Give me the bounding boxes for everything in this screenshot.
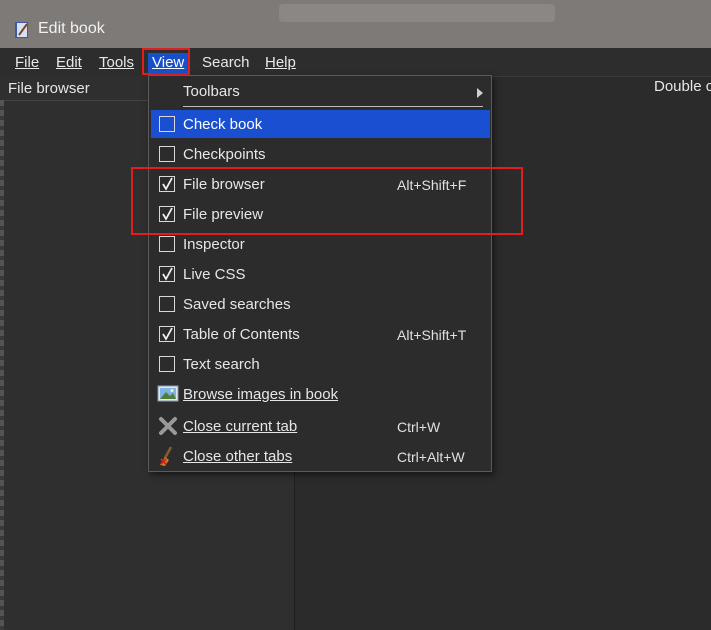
file-browser-title: File browser: [8, 80, 90, 97]
left-edge-strip: [0, 100, 4, 630]
close-other-shortcut: Ctrl+Alt+W: [397, 449, 465, 465]
menu-edit-label: Edit: [56, 54, 82, 71]
broom-icon: [160, 446, 173, 466]
submenu-arrow-icon: [477, 88, 483, 98]
check-book-label: Check book: [183, 116, 263, 133]
live-css-checkbox[interactable]: [159, 266, 175, 282]
close-icon: [159, 417, 177, 435]
checkmark-icon: [162, 327, 173, 341]
menu-help[interactable]: Help: [261, 53, 300, 73]
check-book-checkbox[interactable]: [159, 116, 175, 132]
menu-file-label: File: [15, 54, 40, 71]
close-other-text: Close other tabs: [183, 448, 293, 465]
window-title: Edit book: [38, 20, 105, 37]
browse-images-text: Browse images in book: [183, 386, 339, 403]
inspector-checkbox[interactable]: [159, 236, 175, 252]
checkmark-icon: [162, 267, 173, 281]
close-current-shortcut: Ctrl+W: [397, 419, 441, 435]
saved-searches-checkbox[interactable]: [159, 296, 175, 312]
table-of-contents-shortcut: Alt+Shift+T: [397, 327, 467, 343]
menu-edit[interactable]: Edit: [52, 53, 86, 73]
menu-file[interactable]: File: [11, 53, 43, 73]
checkpoints-checkbox[interactable]: [159, 146, 175, 162]
close-current-label: Close current tab: [183, 418, 297, 435]
menu-help-label: Help: [265, 54, 296, 71]
text-search-checkbox[interactable]: [159, 356, 175, 372]
file-items-highlight-box: [131, 167, 523, 235]
menu-search[interactable]: Search: [198, 53, 254, 73]
close-current-text: Close current tab: [183, 418, 298, 435]
browse-images-label: Browse images in book: [183, 386, 338, 403]
inspector-label: Inspector: [183, 236, 245, 253]
app-book-icon: [15, 22, 28, 38]
close-other-label: Close other tabs: [183, 448, 292, 465]
text-search-label: Text search: [183, 356, 260, 373]
live-css-label: Live CSS: [183, 266, 246, 283]
checkpoints-label: Checkpoints: [183, 146, 266, 163]
saved-searches-label: Saved searches: [183, 296, 291, 313]
preview-panel-title: Double c: [654, 78, 711, 95]
menu-search-label: Search: [202, 54, 250, 71]
image-icon: [157, 385, 179, 402]
menu-tools[interactable]: Tools: [95, 53, 138, 73]
view-highlight-box: [142, 48, 190, 75]
table-of-contents-checkbox[interactable]: [159, 326, 175, 342]
background-tab: [279, 4, 555, 22]
toolbars-label: Toolbars: [183, 83, 240, 100]
table-of-contents-label: Table of Contents: [183, 326, 300, 343]
menu-tools-label: Tools: [99, 54, 135, 71]
menu-separator: [183, 106, 483, 107]
